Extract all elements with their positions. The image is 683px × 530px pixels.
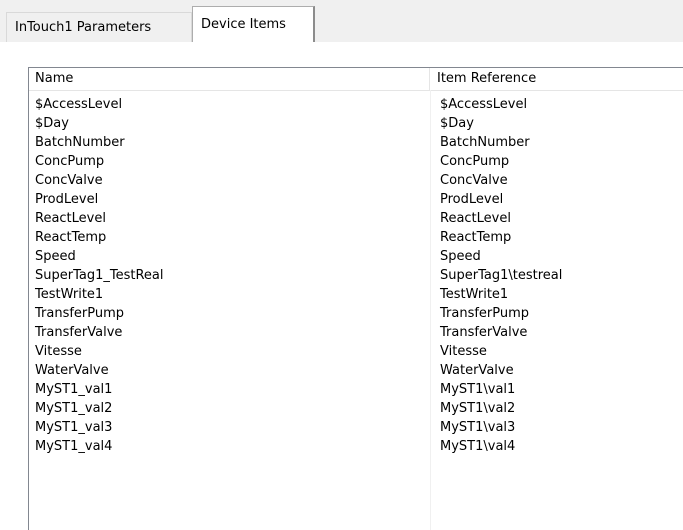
list-item[interactable]: MyST1_val2 MyST1\val2	[29, 399, 683, 418]
list-item[interactable]: Speed Speed	[29, 247, 683, 266]
item-name: MyST1_val2	[35, 401, 113, 416]
item-name: WaterValve	[35, 363, 109, 378]
device-items-list[interactable]: Name Item Reference $AccessLevel $AccessL…	[28, 67, 683, 530]
item-name: ReactTemp	[35, 230, 107, 245]
item-reference[interactable]: Speed	[431, 247, 683, 266]
item-reference[interactable]: MyST1\val2	[431, 399, 683, 418]
list-item[interactable]: ProdLevel ProdLevel	[29, 190, 683, 209]
item-name: ConcPump	[35, 154, 105, 169]
item-reference[interactable]: MyST1\val3	[431, 418, 683, 437]
list-item[interactable]: TransferPump TransferPump	[29, 304, 683, 323]
item-reference[interactable]: TestWrite1	[431, 285, 683, 304]
item-reference[interactable]: MyST1\val4	[431, 437, 683, 456]
list-item[interactable]: ConcValve ConcValve	[29, 171, 683, 190]
list-item[interactable]: ConcPump ConcPump	[29, 152, 683, 171]
item-name: ConcValve	[35, 173, 103, 188]
item-name: MyST1_val1	[35, 382, 113, 397]
item-name: Speed	[35, 249, 76, 264]
list-header: Name Item Reference	[29, 68, 683, 91]
list-item[interactable]: $AccessLevel $AccessLevel	[29, 95, 683, 114]
list-item[interactable]: MyST1_val4 MyST1\val4	[29, 437, 683, 456]
item-name: TransferValve	[35, 325, 123, 340]
item-reference[interactable]: MyST1\val1	[431, 380, 683, 399]
item-name: Vitesse	[35, 344, 82, 359]
item-name: BatchNumber	[35, 135, 125, 150]
column-header-item-reference[interactable]: Item Reference	[431, 68, 683, 90]
list-item[interactable]: MyST1_val1 MyST1\val1	[29, 380, 683, 399]
list-item[interactable]: SuperTag1_TestReal SuperTag1\testreal	[29, 266, 683, 285]
list-item[interactable]: BatchNumber BatchNumber	[29, 133, 683, 152]
column-header-name[interactable]: Name	[29, 68, 430, 90]
item-name: $Day	[35, 116, 69, 131]
item-reference[interactable]: ConcPump	[431, 152, 683, 171]
item-reference[interactable]: $AccessLevel	[431, 95, 683, 114]
tab-device-items[interactable]: Device Items	[192, 6, 315, 43]
item-name: MyST1_val3	[35, 420, 113, 435]
item-reference[interactable]: SuperTag1\testreal	[431, 266, 683, 285]
list-item[interactable]: MyST1_val3 MyST1\val3	[29, 418, 683, 437]
list-item[interactable]: TestWrite1 TestWrite1	[29, 285, 683, 304]
item-name: TestWrite1	[35, 287, 104, 302]
item-name: ReactLevel	[35, 211, 106, 226]
list-item[interactable]: ReactTemp ReactTemp	[29, 228, 683, 247]
tab-strip: InTouch1 Parameters Device Items	[0, 0, 683, 43]
list-item[interactable]: WaterValve WaterValve	[29, 361, 683, 380]
item-name: MyST1_val4	[35, 439, 113, 454]
item-reference[interactable]: TransferValve	[431, 323, 683, 342]
list-item[interactable]: $Day $Day	[29, 114, 683, 133]
item-reference[interactable]: TransferPump	[431, 304, 683, 323]
list-rows: $AccessLevel $AccessLevel $Day $Day BatchNum…	[29, 95, 683, 456]
item-name: TransferPump	[35, 306, 125, 321]
item-reference[interactable]: ReactLevel	[431, 209, 683, 228]
list-item[interactable]: TransferValve TransferValve	[29, 323, 683, 342]
item-reference[interactable]: ProdLevel	[431, 190, 683, 209]
item-reference[interactable]: BatchNumber	[431, 133, 683, 152]
item-reference[interactable]: WaterValve	[431, 361, 683, 380]
item-name: ProdLevel	[35, 192, 99, 207]
item-name: $AccessLevel	[35, 97, 123, 112]
device-items-panel: Name Item Reference $AccessLevel $AccessL…	[0, 42, 683, 530]
item-reference[interactable]: ConcValve	[431, 171, 683, 190]
item-name: SuperTag1_TestReal	[35, 268, 164, 283]
item-reference[interactable]: ReactTemp	[431, 228, 683, 247]
item-reference[interactable]: $Day	[431, 114, 683, 133]
tab-intouch1-parameters[interactable]: InTouch1 Parameters	[6, 12, 192, 42]
item-reference[interactable]: Vitesse	[431, 342, 683, 361]
list-item[interactable]: Vitesse Vitesse	[29, 342, 683, 361]
list-item[interactable]: ReactLevel ReactLevel	[29, 209, 683, 228]
